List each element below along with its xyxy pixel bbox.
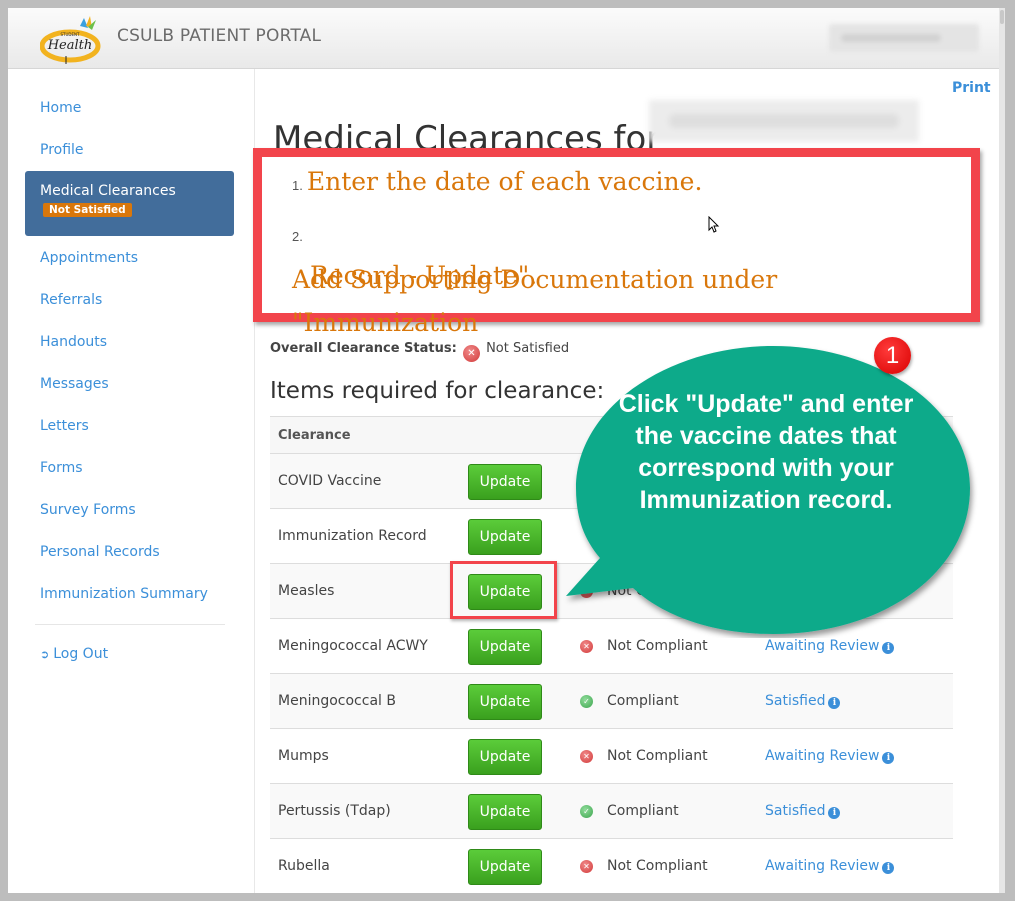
user-menu-blurred[interactable] — [829, 24, 979, 52]
scrollbar-thumb[interactable] — [1000, 10, 1004, 24]
overall-clearance-status: Overall Clearance Status: ✕ Not Satisfie… — [270, 341, 569, 362]
clearance-name: Measles — [278, 583, 335, 599]
table-row: Pertussis (Tdap) Update ✓ Compliant Satisfie… — [270, 784, 953, 839]
review-status-label: Satisfied — [765, 693, 826, 709]
compliance-status: Not Compliant — [607, 858, 708, 874]
update-button[interactable]: Update — [468, 794, 542, 830]
compliance-status: Not Compliant — [607, 638, 708, 654]
review-status-link[interactable]: Awaiting Review i — [765, 858, 895, 874]
not-compliant-x-icon: ✕ — [580, 750, 593, 763]
clearance-name: COVID Vaccine — [278, 473, 382, 489]
svg-text:Health: Health — [47, 38, 93, 53]
portal-title: CSULB PATIENT PORTAL — [117, 26, 322, 46]
step-number: 1. — [292, 178, 303, 193]
step-text: Enter the date of each vaccine. — [306, 167, 703, 196]
review-status-link[interactable]: Satisfied i — [765, 693, 841, 709]
mouse-cursor-icon — [708, 216, 720, 233]
table-row: Mumps Update ✕ Not Compliant Awaiting Review… — [270, 729, 953, 784]
column-header-clearance: Clearance — [278, 428, 351, 443]
instructions-box: 1. Enter the date of each vaccine. 2.Add … — [253, 148, 980, 337]
info-icon[interactable]: i — [882, 862, 895, 874]
sidebar-item-survey-forms[interactable]: Survey Forms — [40, 502, 136, 518]
update-button[interactable]: Update — [468, 684, 542, 720]
clearance-name: Rubella — [278, 858, 330, 874]
step-number: 2. — [292, 229, 303, 244]
update-button[interactable]: Update — [468, 849, 542, 885]
table-row: Rubella Update ✕ Not Compliant Awaiting Revi… — [270, 839, 953, 893]
logout-link[interactable]: ➲ Log Out — [40, 646, 108, 662]
overall-status-label: Overall Clearance Status: — [270, 341, 457, 356]
sidebar-item-personal-records[interactable]: Personal Records — [40, 544, 160, 560]
header: Health STUDENT CSULB PATIENT PORTAL — [8, 8, 999, 69]
sign-out-icon: ➲ — [40, 648, 50, 661]
update-button[interactable]: Update — [468, 464, 542, 500]
update-button[interactable]: Update — [468, 629, 542, 665]
clearance-name: Mumps — [278, 748, 329, 764]
compliant-check-icon: ✓ — [580, 805, 593, 818]
review-status-label: Satisfied — [765, 803, 826, 819]
info-icon[interactable]: i — [828, 807, 841, 819]
clearance-name: Pertussis (Tdap) — [278, 803, 391, 819]
review-status-label: Awaiting Review — [765, 638, 880, 654]
nav-divider — [35, 624, 225, 625]
step-number-badge: 1 — [874, 337, 911, 374]
update-button[interactable]: Update — [468, 519, 542, 555]
instruction-step-2-continued: Record - Update". — [310, 254, 537, 297]
info-icon[interactable]: i — [882, 642, 895, 654]
sidebar-item-messages[interactable]: Messages — [40, 376, 109, 392]
review-status-label: Awaiting Review — [765, 748, 880, 764]
not-compliant-x-icon: ✕ — [580, 640, 593, 653]
review-status-link[interactable]: Satisfied i — [765, 803, 841, 819]
bubble-text: Click "Update" and enter the vaccine dat… — [618, 390, 914, 514]
table-row: Meningococcal B Update ✓ Compliant Satisfied… — [270, 674, 953, 729]
review-status-link[interactable]: Awaiting Review i — [765, 748, 895, 764]
svg-text:STUDENT: STUDENT — [61, 32, 81, 37]
sidebar-item-profile[interactable]: Profile — [40, 142, 84, 158]
info-icon[interactable]: i — [828, 697, 841, 709]
step-text-line-2: Record - Update". — [310, 261, 538, 290]
instruction-step-1: 1. Enter the date of each vaccine. — [292, 160, 702, 207]
sidebar-item-referrals[interactable]: Referrals — [40, 292, 102, 308]
clearance-name: Meningococcal B — [278, 693, 396, 709]
compliance-status: Not Compliant — [607, 748, 708, 764]
status-badge: Not Satisfied — [43, 203, 132, 217]
not-satisfied-icon: ✕ — [462, 345, 480, 362]
sidebar-item-medical-clearances[interactable]: Medical Clearances Not Satisfied — [25, 171, 234, 236]
scrollbar[interactable] — [999, 8, 1005, 893]
sidebar-item-letters[interactable]: Letters — [40, 418, 89, 434]
highlight-update-button — [450, 561, 557, 619]
sidebar-item-handouts[interactable]: Handouts — [40, 334, 107, 350]
logout-label: Log Out — [53, 646, 109, 662]
student-health-logo: Health STUDENT — [40, 16, 101, 64]
browser-frame: Health STUDENT CSULB PATIENT PORTAL Home… — [8, 8, 1005, 893]
review-status-link[interactable]: Awaiting Review i — [765, 638, 895, 654]
not-compliant-x-icon: ✕ — [580, 860, 593, 873]
sidebar-item-appointments[interactable]: Appointments — [40, 250, 138, 266]
print-link[interactable]: Print — [952, 80, 991, 96]
compliance-status: Compliant — [607, 693, 679, 709]
sidebar-nav: Home Profile Medical Clearances Not Sati… — [8, 69, 255, 893]
sidebar-item-home[interactable]: Home — [40, 100, 81, 116]
update-button[interactable]: Update — [468, 739, 542, 775]
compliant-check-icon: ✓ — [580, 695, 593, 708]
clearance-name: Meningococcal ACWY — [278, 638, 428, 654]
compliance-status: Compliant — [607, 803, 679, 819]
patient-name-blurred — [649, 100, 919, 142]
review-status-label: Awaiting Review — [765, 858, 880, 874]
clearance-name: Immunization Record — [278, 528, 427, 544]
sidebar-item-immunization-summary[interactable]: Immunization Summary — [40, 586, 208, 602]
info-icon[interactable]: i — [882, 752, 895, 764]
sidebar-item-forms[interactable]: Forms — [40, 460, 83, 476]
sidebar-item-label: Medical Clearances — [40, 183, 176, 199]
